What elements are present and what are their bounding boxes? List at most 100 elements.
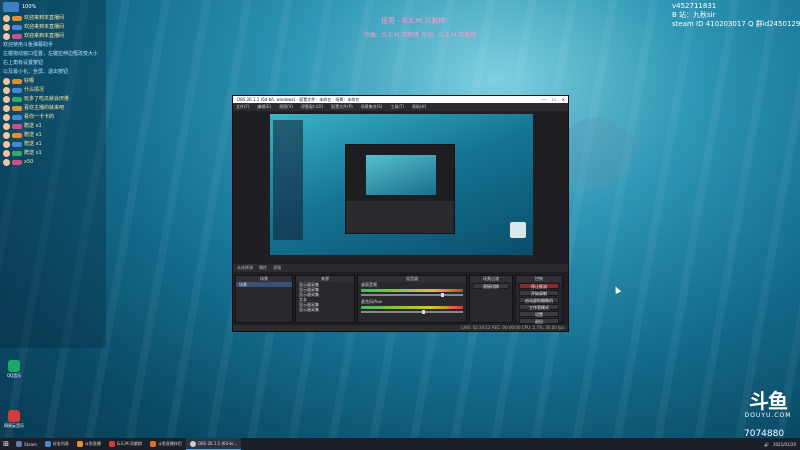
taskbar-item-label: 好友列表 — [52, 441, 69, 446]
danmaku-message: 什么情况 — [0, 86, 106, 95]
stop-streaming-button[interactable]: 停止推流 — [519, 283, 559, 289]
volume-slider[interactable] — [361, 293, 463, 297]
danmaku-message: 赠送 x1 — [0, 149, 106, 158]
window-controls: — ☐ ✕ — [542, 96, 568, 103]
volume-icon[interactable]: 🔊 — [764, 442, 769, 447]
danmaku-text: 赠送 x1 — [24, 141, 42, 147]
danmaku-panel: 100% 欢迎来到本直播间 欢迎来到本直播间 欢迎来到本直播间 欢迎使用斗鱼弹幕助手左… — [0, 0, 106, 348]
qq-music-desktop-icon[interactable]: QQ音乐 — [4, 360, 24, 379]
settings-button[interactable]: 设置 — [519, 311, 559, 317]
fan-badge — [12, 142, 22, 147]
danmaku-message: 欢迎来到本直播间 — [0, 14, 106, 23]
transition-select[interactable]: 直接切换 — [473, 283, 509, 289]
obs-titlebar[interactable]: OBS 26.1.1 (64-bit, windows) - 配置文件：未命名 … — [233, 96, 568, 103]
danmaku-text: 欢迎使用斗鱼弹幕助手 — [3, 42, 54, 48]
danmaku-text: 以及最小化、全屏、退出按钮 — [3, 69, 69, 75]
taskbar-item-obs[interactable]: OBS 26.1.1 (64-bi... — [185, 438, 242, 450]
streamer-info: v452711831 B 站：九秋sir steam ID 410203017 … — [672, 2, 800, 29]
danmaku-text: 看你一卡卡的 — [24, 114, 55, 120]
netease-music-desktop-icon[interactable]: 网易云音乐 — [4, 410, 24, 429]
obs-statusbar: LIVE: 02:34:12 REC: 00:00:00 CPU: 2.7%, … — [233, 325, 568, 331]
danmaku-text: 赠送 x1 — [24, 132, 42, 138]
filters-button[interactable]: 滤镜 — [273, 264, 281, 272]
obs-dock-row: 场景 场景 来源 显示器采集 显示器采集 显示器采集 文本 显示器采集 显示器采… — [233, 273, 568, 325]
danmaku-text: 欢迎来到本直播间 — [24, 24, 65, 30]
clock[interactable]: 2021/01/20 — [773, 442, 796, 447]
danmaku-text: 左键拖动窗口位置，左键拉伸边框改变大小 — [3, 51, 99, 57]
obs-window[interactable]: OBS 26.1.1 (64-bit, windows) - 配置文件：未命名 … — [232, 95, 569, 332]
user-avatar-icon — [3, 105, 10, 112]
start-button[interactable]: ⊞ — [0, 438, 12, 450]
menu-help[interactable]: 帮助(H) — [412, 103, 426, 111]
fan-badge — [12, 160, 22, 165]
start-recording-button[interactable]: 开始录制 — [519, 290, 559, 296]
douyu-watermark: 斗鱼 DOUYU.COM — [744, 390, 792, 419]
taskbar-item-douyu-companion[interactable]: 斗鱼直播伴侣 — [146, 438, 186, 450]
menu-tools[interactable]: 工具(T) — [390, 103, 404, 111]
danmaku-zoom: 100% — [22, 3, 37, 10]
user-avatar-icon — [3, 24, 10, 31]
steam-icon — [16, 441, 22, 447]
menu-view[interactable]: 视图(V) — [279, 103, 293, 111]
taskbar-item-douyu[interactable]: 斗鱼直播 — [73, 438, 105, 450]
danmaku-header: 100% — [0, 0, 106, 14]
danmaku-message: 玩多了吃瓜就会厌倦 — [0, 95, 106, 104]
obs-source-toolbar: 未选择源 属性 滤镜 — [233, 264, 568, 272]
virtual-camera-button[interactable]: 启动虚拟摄像机 — [519, 297, 559, 303]
volume-slider[interactable] — [361, 310, 463, 314]
maximize-button[interactable]: ☐ — [552, 96, 556, 103]
danmaku-message: 看你一卡卡的 — [0, 113, 106, 122]
danmaku-message: 欢迎来到本直播间 — [0, 23, 106, 32]
menu-scene-collection[interactable]: 场景集合(S) — [361, 103, 383, 111]
user-avatar-icon — [3, 150, 10, 157]
controls-dock: 控制 停止推流 开始录制 启动虚拟摄像机 工作室模式 设置 退出 — [515, 275, 563, 324]
obs-icon — [189, 440, 196, 447]
danmaku-text: x50 — [24, 159, 34, 165]
user-avatar-icon — [3, 78, 10, 85]
user-avatar-icon — [3, 159, 10, 166]
danmaku-message: 赠送 x1 — [0, 122, 106, 131]
fan-badge — [12, 124, 22, 129]
douyu-companion-icon — [149, 441, 156, 447]
taskbar-item-steam[interactable]: Steam — [12, 438, 41, 450]
douyu-helper-logo — [3, 2, 19, 12]
user-avatar-icon — [3, 87, 10, 94]
mixer-track-label: 麦克风/Aux — [361, 299, 382, 304]
fan-badge — [12, 16, 22, 21]
minimize-button[interactable]: — — [542, 96, 546, 103]
preview-douyu-logo — [510, 222, 526, 238]
danmaku-message: x50 — [0, 158, 106, 167]
danmaku-message: 赠送 x1 — [0, 140, 106, 149]
taskbar-item-label: 斗鱼直播伴侣 — [157, 441, 182, 446]
netease-music-icon — [8, 410, 20, 422]
fan-badge — [12, 25, 22, 30]
source-item[interactable]: 显示器采集 — [296, 307, 354, 312]
obs-preview[interactable] — [270, 114, 533, 260]
friends-icon — [44, 441, 51, 447]
music-icon — [108, 441, 115, 447]
taskbar-item-label: 斗鱼直播 — [84, 441, 101, 446]
transitions-dock: 场景过渡 直接切换 — [469, 275, 513, 323]
studio-mode-button[interactable]: 工作室模式 — [519, 304, 559, 310]
menu-docks[interactable]: 停靠窗口(D) — [301, 103, 323, 111]
taskbar-item-friends[interactable]: 好友列表 — [41, 438, 73, 450]
properties-button[interactable]: 属性 — [259, 264, 267, 272]
menu-edit[interactable]: 编辑(E) — [257, 103, 271, 111]
mouse-cursor-icon — [612, 285, 622, 294]
danmaku-text: 右上角有设置按钮 — [3, 60, 44, 66]
fan-badge — [12, 115, 22, 120]
menu-profile[interactable]: 配置文件(P) — [331, 103, 353, 111]
streamer-info-line: B 站：九秋sir — [672, 11, 716, 19]
scene-item[interactable]: 场景 — [236, 282, 292, 287]
menu-file[interactable]: 文件(F) — [236, 103, 249, 111]
taskbar-item-music[interactable]: G.E.M.邓紫棋 — [105, 438, 146, 450]
sources-dock: 来源 显示器采集 显示器采集 显示器采集 文本 显示器采集 显示器采集 — [295, 275, 355, 323]
desktop-icon-label: QQ音乐 — [6, 373, 22, 378]
user-avatar-icon — [3, 15, 10, 22]
qq-music-icon — [8, 360, 20, 372]
streamer-info-line: v452711831 — [672, 2, 717, 10]
streamer-info-line: steam ID 410203017 Q 群id2450129 — [672, 20, 800, 28]
exit-button[interactable]: 退出 — [519, 318, 559, 324]
close-button[interactable]: ✕ — [562, 96, 565, 103]
taskbar: ⊞ Steam 好友列表 斗鱼直播 G.E.M.邓紫棋 斗鱼直播伴侣 OBS 2… — [0, 438, 800, 450]
